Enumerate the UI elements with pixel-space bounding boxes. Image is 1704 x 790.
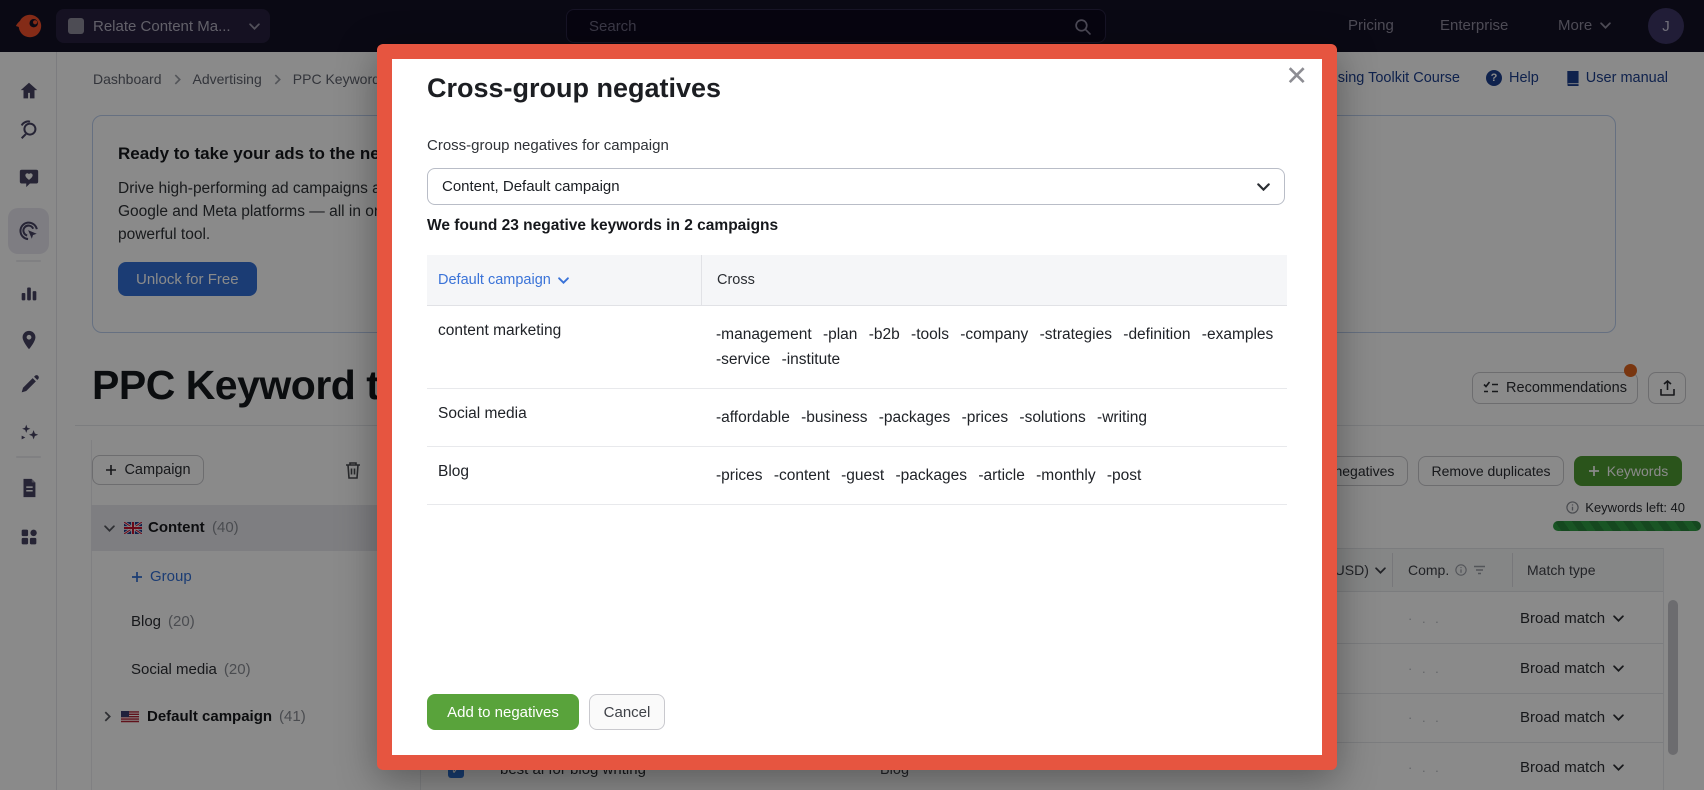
negatives-row: Blog -prices -content -guest -packages -… (427, 447, 1287, 505)
negative-keywords-cell: -affordable -business -packages -prices … (716, 409, 1147, 426)
campaign-select-value: Content, Default campaign (442, 178, 620, 195)
group-name-cell: Social media (438, 405, 527, 422)
group-column-header-label: Default campaign (438, 272, 551, 288)
group-name-cell: Blog (438, 463, 470, 480)
group-name-cell: content marketing (438, 322, 562, 339)
chevron-down-icon (558, 276, 569, 284)
negatives-row: Social media -affordable -business -pack… (427, 389, 1287, 447)
campaign-select[interactable]: Content, Default campaign (427, 168, 1285, 205)
negative-keywords-cell: -management -plan -b2b -tools -company -… (716, 326, 1274, 368)
chevron-down-icon (1257, 182, 1270, 191)
negatives-table-header: Default campaign Cross (427, 255, 1287, 306)
cross-group-negatives-modal: ✕ Cross-group negatives Cross-group nega… (377, 44, 1337, 770)
app-window: Relate Content Ma... Pricing Enterprise … (0, 0, 1704, 790)
negatives-row: content marketing -management -plan -b2b… (427, 306, 1287, 389)
negative-keywords-cell: -prices -content -guest -packages -artic… (716, 467, 1142, 484)
group-column-header[interactable]: Default campaign (427, 255, 701, 305)
modal-title: Cross-group negatives (427, 73, 722, 103)
cross-column-header: Cross (701, 255, 1287, 305)
negatives-table: Default campaign Cross content marketing… (427, 255, 1287, 505)
cancel-button[interactable]: Cancel (589, 694, 665, 730)
campaign-select-label: Cross-group negatives for campaign (427, 137, 669, 154)
negatives-summary: We found 23 negative keywords in 2 campa… (427, 217, 779, 234)
add-to-negatives-button[interactable]: Add to negatives (427, 694, 579, 730)
close-icon[interactable]: ✕ (1285, 63, 1308, 90)
